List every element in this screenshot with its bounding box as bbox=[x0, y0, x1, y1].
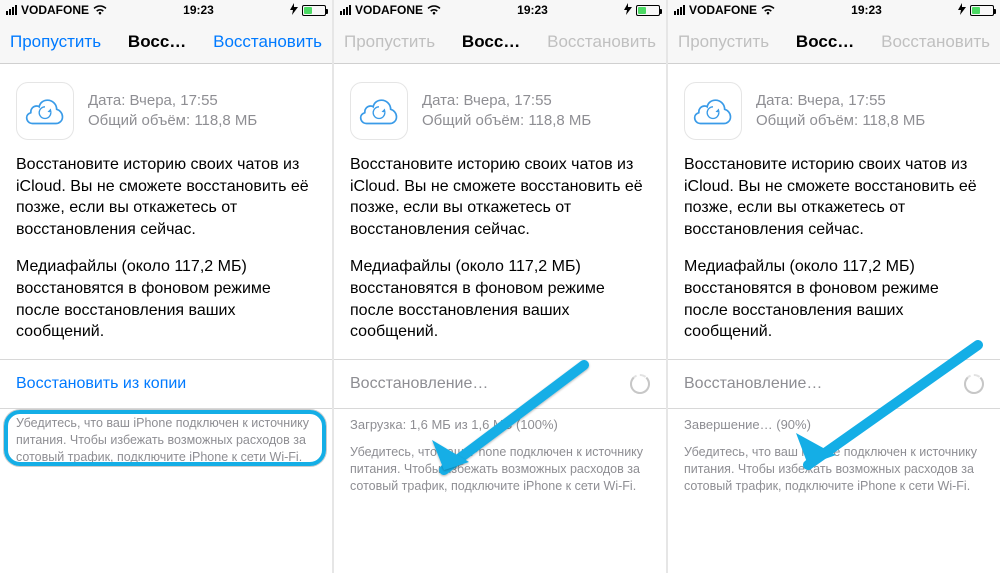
body-text: Восстановите историю своих чатов из iClo… bbox=[334, 154, 666, 359]
wifi-icon bbox=[427, 3, 441, 18]
backup-header: Дата: Вчера, 17:55 Общий объём: 118,8 МБ bbox=[334, 64, 666, 154]
progress-text: Завершение… (90%) bbox=[668, 409, 1000, 438]
screen-1: VODAFONE 19:23 Пропустить Восс… Восстано… bbox=[0, 0, 332, 573]
body-paragraph-2: Медиафайлы (около 117,2 МБ) восстановятс… bbox=[16, 256, 316, 342]
body-text: Восстановите историю своих чатов из iClo… bbox=[668, 154, 1000, 359]
backup-header: Дата: Вчера, 17:55 Общий объём: 118,8 МБ bbox=[0, 64, 332, 154]
footer-text: Убедитесь, что ваш iPhone подключен к ис… bbox=[668, 438, 1000, 507]
wifi-icon bbox=[93, 3, 107, 18]
nav-bar: Пропустить Восс… Восстановить bbox=[0, 20, 332, 64]
screen-3: VODAFONE 19:23 Пропустить Восс… Восстано… bbox=[668, 0, 1000, 573]
backup-date: Дата: Вчера, 17:55 bbox=[756, 91, 925, 111]
carrier-label: VODAFONE bbox=[355, 3, 423, 17]
backup-size: Общий объём: 118,8 МБ bbox=[756, 111, 925, 131]
nav-title: Восс… bbox=[128, 32, 186, 52]
carrier-label: VODAFONE bbox=[689, 3, 757, 17]
carrier-label: VODAFONE bbox=[21, 3, 89, 17]
body-paragraph-2: Медиафайлы (около 117,2 МБ) восстановятс… bbox=[350, 256, 650, 342]
restore-from-copy-button[interactable]: Восстановить из копии bbox=[0, 359, 332, 409]
restore-loading-label: Восстановление… bbox=[350, 375, 488, 393]
restore-loading-label: Восстановление… bbox=[684, 375, 822, 393]
progress-text: Загрузка: 1,6 МБ из 1,6 МБ (100%) bbox=[334, 409, 666, 438]
nav-restore-button[interactable]: Восстановить bbox=[213, 32, 322, 52]
spinner-icon bbox=[964, 374, 984, 394]
body-paragraph-1: Восстановите историю своих чатов из iClo… bbox=[16, 154, 316, 240]
nav-skip-button: Пропустить bbox=[344, 32, 435, 52]
backup-size: Общий объём: 118,8 МБ bbox=[88, 111, 257, 131]
nav-skip-button: Пропустить bbox=[678, 32, 769, 52]
footer-text: Убедитесь, что ваш iPhone подключен к ис… bbox=[0, 409, 332, 478]
battery-icon bbox=[302, 5, 326, 16]
screen-2: VODAFONE 19:23 Пропустить Восс… Восстано… bbox=[334, 0, 666, 573]
nav-bar: Пропустить Восс… Восстановить bbox=[668, 20, 1000, 64]
icloud-backup-icon bbox=[350, 82, 408, 140]
restore-button-label: Восстановить из копии bbox=[16, 375, 186, 393]
nav-bar: Пропустить Восс… Восстановить bbox=[334, 20, 666, 64]
signal-icon bbox=[6, 5, 17, 15]
signal-icon bbox=[340, 5, 351, 15]
body-paragraph-1: Восстановите историю своих чатов из iClo… bbox=[350, 154, 650, 240]
icloud-backup-icon bbox=[684, 82, 742, 140]
time-label: 19:23 bbox=[851, 3, 882, 17]
body-text: Восстановите историю своих чатов из iClo… bbox=[0, 154, 332, 359]
nav-skip-button[interactable]: Пропустить bbox=[10, 32, 101, 52]
nav-title: Восс… bbox=[462, 32, 520, 52]
battery-charging-icon bbox=[624, 3, 632, 18]
battery-charging-icon bbox=[290, 3, 298, 18]
footer-text: Убедитесь, что ваш iPhone подключен к ис… bbox=[334, 438, 666, 507]
restore-status-row: Восстановление… bbox=[334, 359, 666, 409]
time-label: 19:23 bbox=[183, 3, 214, 17]
body-paragraph-2: Медиафайлы (около 117,2 МБ) восстановятс… bbox=[684, 256, 984, 342]
wifi-icon bbox=[761, 3, 775, 18]
body-paragraph-1: Восстановите историю своих чатов из iClo… bbox=[684, 154, 984, 240]
nav-restore-button: Восстановить bbox=[547, 32, 656, 52]
backup-header: Дата: Вчера, 17:55 Общий объём: 118,8 МБ bbox=[668, 64, 1000, 154]
status-bar: VODAFONE 19:23 bbox=[0, 0, 332, 20]
restore-status-row: Восстановление… bbox=[668, 359, 1000, 409]
battery-charging-icon bbox=[958, 3, 966, 18]
spinner-icon bbox=[630, 374, 650, 394]
icloud-backup-icon bbox=[16, 82, 74, 140]
backup-size: Общий объём: 118,8 МБ bbox=[422, 111, 591, 131]
time-label: 19:23 bbox=[517, 3, 548, 17]
status-bar: VODAFONE 19:23 bbox=[334, 0, 666, 20]
backup-date: Дата: Вчера, 17:55 bbox=[422, 91, 591, 111]
signal-icon bbox=[674, 5, 685, 15]
nav-title: Восс… bbox=[796, 32, 854, 52]
backup-date: Дата: Вчера, 17:55 bbox=[88, 91, 257, 111]
battery-icon bbox=[970, 5, 994, 16]
nav-restore-button: Восстановить bbox=[881, 32, 990, 52]
status-bar: VODAFONE 19:23 bbox=[668, 0, 1000, 20]
battery-icon bbox=[636, 5, 660, 16]
